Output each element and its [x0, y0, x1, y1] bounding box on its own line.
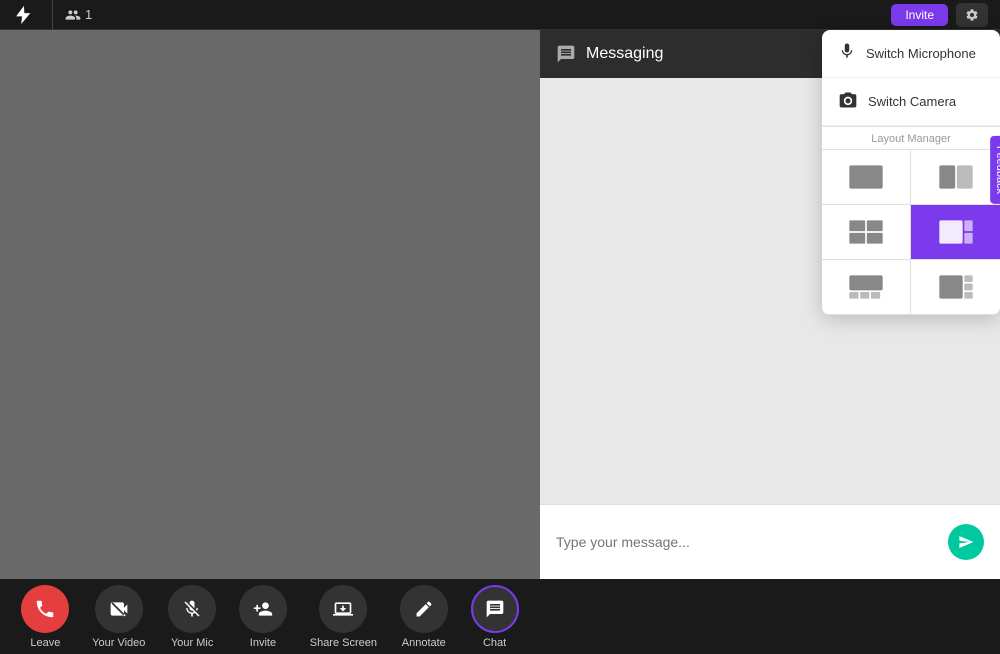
- switch-microphone-item[interactable]: Switch Microphone: [822, 30, 1000, 78]
- leave-label: Leave: [30, 637, 60, 649]
- layout-strip-side[interactable]: [911, 260, 1000, 315]
- switch-camera-item[interactable]: Switch Camera: [822, 78, 1000, 126]
- layout-grid: [822, 149, 1000, 315]
- mic-button[interactable]: Your Mic: [168, 585, 216, 649]
- annotate-label: Annotate: [402, 637, 446, 649]
- layout-sidebar[interactable]: [911, 205, 1000, 260]
- video-button[interactable]: Your Video: [92, 585, 145, 649]
- layout-split-h[interactable]: [911, 150, 1000, 205]
- participant-count: 1: [65, 7, 92, 23]
- switch-microphone-label: Switch Microphone: [866, 46, 976, 61]
- share-screen-label: Share Screen: [310, 637, 377, 649]
- leave-button[interactable]: Leave: [21, 585, 69, 649]
- messaging-title: Messaging: [586, 45, 663, 63]
- layout-single[interactable]: [822, 150, 911, 205]
- invite-button[interactable]: Invite: [891, 4, 948, 26]
- chat-icon: [556, 44, 576, 64]
- message-input[interactable]: [556, 534, 938, 550]
- divider: [52, 0, 53, 30]
- settings-button[interactable]: [956, 3, 988, 27]
- annotate-button[interactable]: Annotate: [400, 585, 448, 649]
- invite-label: Invite: [250, 637, 276, 649]
- message-input-area: [540, 504, 1000, 579]
- top-bar: 1 Invite: [0, 0, 1000, 30]
- layout-quad[interactable]: [822, 205, 911, 260]
- camera-icon: [838, 90, 858, 113]
- microphone-icon: [838, 42, 856, 65]
- chat-label: Chat: [483, 637, 506, 649]
- layout-manager-label: Layout Manager: [822, 126, 1000, 149]
- bottom-toolbar: Leave Your Video Your Mic Invite: [0, 579, 540, 654]
- video-area: [0, 30, 540, 579]
- switch-camera-label: Switch Camera: [868, 94, 956, 109]
- logo: [12, 1, 40, 29]
- share-screen-button[interactable]: Share Screen: [310, 585, 377, 649]
- feedback-tab[interactable]: Feedback: [990, 136, 1000, 204]
- dropdown-popup: Switch Microphone Switch Camera Layout M…: [822, 30, 1000, 315]
- video-label: Your Video: [92, 637, 145, 649]
- invite-toolbar-button[interactable]: Invite: [239, 585, 287, 649]
- send-button[interactable]: [948, 524, 984, 560]
- top-bar-right: Invite: [891, 3, 988, 27]
- chat-button[interactable]: Chat: [471, 585, 519, 649]
- mic-label: Your Mic: [171, 637, 213, 649]
- layout-strip[interactable]: [822, 260, 911, 315]
